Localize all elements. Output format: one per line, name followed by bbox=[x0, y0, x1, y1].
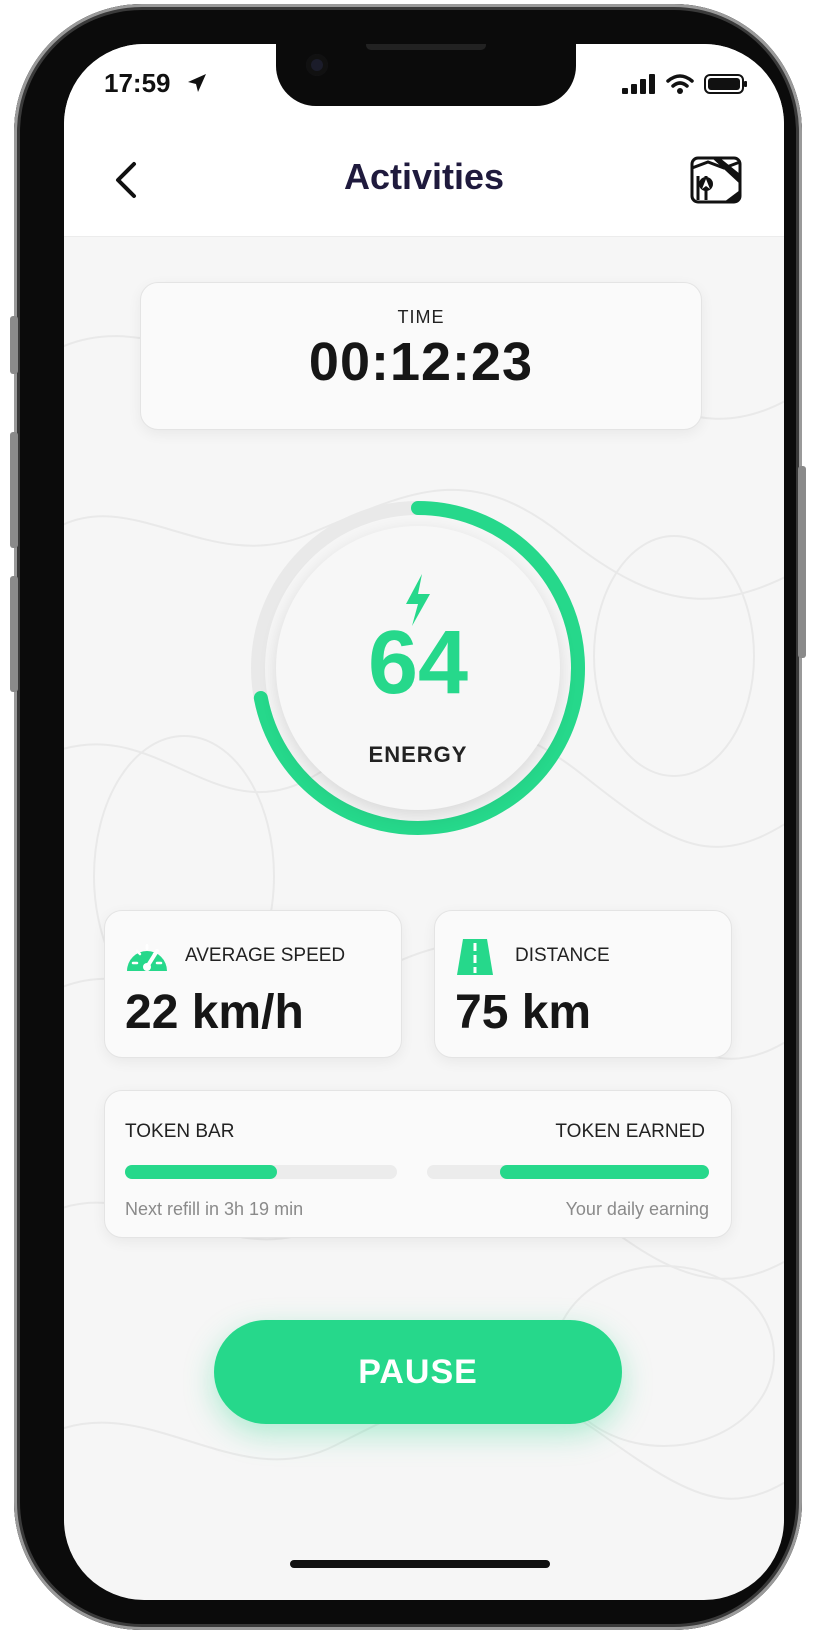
notch bbox=[276, 44, 576, 106]
average-speed-card: AVERAGE SPEED 22 km/h bbox=[104, 910, 402, 1058]
distance-value: 75 km bbox=[455, 986, 592, 1039]
energy-value: 64 bbox=[367, 613, 469, 713]
map-icon[interactable] bbox=[690, 154, 742, 206]
phone-frame: 17:59 Activities TIME 00:12:23 64 ENERGY… bbox=[10, 4, 806, 1630]
front-camera bbox=[306, 54, 328, 76]
distance-card: DISTANCE 75 km bbox=[434, 910, 732, 1058]
pause-button[interactable]: PAUSE bbox=[214, 1320, 622, 1424]
home-indicator[interactable] bbox=[290, 1560, 550, 1568]
token-card: TOKEN BAR TOKEN EARNED Next refill in 3h… bbox=[104, 1090, 732, 1238]
road-icon bbox=[457, 939, 493, 975]
signal-icon bbox=[622, 74, 655, 94]
battery-icon bbox=[704, 74, 747, 94]
time-value: 00:12:23 bbox=[308, 332, 534, 392]
token-bar-track bbox=[125, 1165, 397, 1179]
energy-label: ENERGY bbox=[368, 742, 468, 767]
status-time: 17:59 bbox=[104, 68, 171, 98]
average-speed-label: AVERAGE SPEED bbox=[185, 945, 346, 966]
token-refill-note: Next refill in 3h 19 min bbox=[125, 1199, 304, 1219]
silent-switch bbox=[10, 316, 18, 374]
volume-up-button bbox=[10, 432, 18, 548]
power-button bbox=[798, 466, 806, 658]
token-earned-note: Your daily earning bbox=[565, 1199, 709, 1219]
status-indicators bbox=[622, 74, 748, 94]
app-screen: 17:59 Activities TIME 00:12:23 64 ENERGY… bbox=[64, 44, 784, 1600]
location-arrow-icon bbox=[188, 74, 206, 92]
volume-down-button bbox=[10, 576, 18, 692]
time-card: TIME 00:12:23 bbox=[140, 282, 702, 430]
token-earned-track bbox=[427, 1165, 709, 1179]
page-title: Activities bbox=[343, 156, 505, 197]
wifi-icon bbox=[666, 74, 694, 94]
time-label: TIME bbox=[397, 307, 445, 327]
average-speed-value: 22 km/h bbox=[125, 986, 304, 1039]
token-earned-fill bbox=[500, 1165, 709, 1179]
speedometer-icon bbox=[127, 943, 167, 971]
speaker-grille bbox=[366, 44, 486, 50]
token-bar-label: TOKEN BAR bbox=[125, 1121, 235, 1142]
distance-label: DISTANCE bbox=[515, 945, 610, 966]
token-earned-label: TOKEN EARNED bbox=[555, 1121, 705, 1142]
token-bar-fill bbox=[125, 1165, 278, 1179]
